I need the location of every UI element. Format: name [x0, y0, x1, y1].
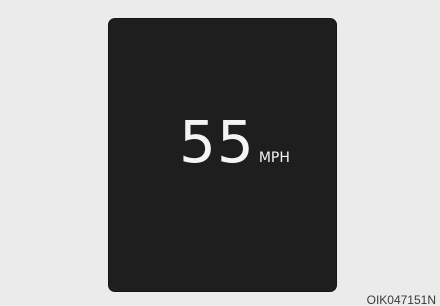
- cluster-display-panel: 55 MPH: [108, 18, 337, 292]
- figure-code: OIK047151N: [366, 293, 436, 306]
- speed-readout: 55 MPH: [179, 113, 290, 171]
- speed-unit: MPH: [258, 150, 290, 166]
- speed-value: 55: [179, 108, 255, 176]
